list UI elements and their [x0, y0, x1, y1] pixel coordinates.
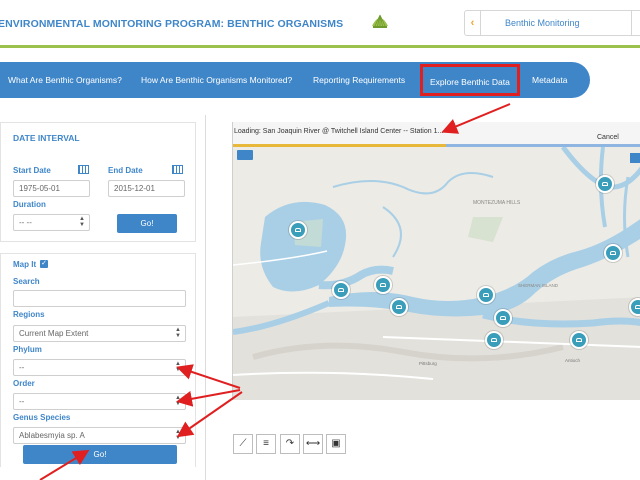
station-marker-icon[interactable] — [390, 298, 408, 316]
genus-species-select[interactable]: Ablabesmyia sp. A ▲ ▼ — [13, 427, 186, 444]
map-canvas[interactable]: MONTEZUMA HILLS SHERMAN ISLAND Pittsburg… — [233, 147, 640, 400]
duration-value: -- -- — [19, 218, 32, 227]
select-arrows-icon: ▲ ▼ — [79, 216, 85, 228]
map-it-label: Map It — [13, 260, 37, 269]
date-go-button[interactable]: Go! — [117, 214, 177, 233]
station-marker-icon[interactable] — [485, 331, 503, 349]
page-header: ENVIRONMENTAL MONITORING PROGRAM: BENTHI… — [0, 0, 640, 48]
order-select[interactable]: -- ▲ ▼ — [13, 393, 186, 410]
station-marker-icon[interactable] — [289, 221, 307, 239]
date-interval-panel: DATE INTERVAL Start Date 1975-05-01 End … — [0, 122, 196, 242]
page-title: ENVIRONMENTAL MONITORING PROGRAM: BENTHI… — [0, 18, 344, 30]
pan-extent-icon[interactable]: ⟷ — [303, 434, 323, 454]
program-selector[interactable]: ‹ Benthic Monitoring — [464, 10, 640, 36]
select-arrows-icon: ▲ ▼ — [175, 327, 181, 339]
tab-what-are-benthic-organisms[interactable]: What Are Benthic Organisms? — [8, 62, 122, 98]
search-input[interactable] — [13, 290, 186, 307]
station-marker-icon[interactable] — [629, 298, 640, 316]
genus-species-value: Ablabesmyia sp. A — [19, 431, 85, 440]
start-date-input[interactable]: 1975-05-01 — [13, 180, 90, 197]
station-marker-icon[interactable] — [494, 309, 512, 327]
select-arrows-icon: ▲ ▼ — [175, 361, 181, 373]
regions-select[interactable]: Current Map Extent ▲ ▼ — [13, 325, 186, 342]
tab-reporting-requirements[interactable]: Reporting Requirements — [313, 62, 405, 98]
legend-lines-icon[interactable]: ≡ — [256, 434, 276, 454]
station-marker-icon[interactable] — [332, 281, 350, 299]
program-selector-value: Benthic Monitoring — [505, 18, 580, 28]
header-rule — [0, 45, 640, 48]
start-date-label: Start Date — [13, 166, 51, 175]
place-label: MONTEZUMA HILLS — [473, 200, 521, 206]
regions-value: Current Map Extent — [19, 329, 89, 338]
chevron-left-icon[interactable]: ‹ — [465, 11, 481, 35]
end-date-input[interactable]: 2015-12-01 — [108, 180, 185, 197]
genus-species-label: Genus Species — [13, 413, 71, 422]
map-status-bar: Loading: San Joaquin River @ Twitchell I… — [233, 122, 640, 144]
draw-line-icon[interactable]: ⟋ — [233, 434, 253, 454]
station-marker-icon[interactable] — [604, 244, 622, 262]
redo-arrow-icon[interactable]: ↷ — [280, 434, 300, 454]
map-container: Loading: San Joaquin River @ Twitchell I… — [232, 122, 640, 400]
filter-go-button[interactable]: Go! — [23, 445, 177, 464]
phylum-label: Phylum — [13, 345, 42, 354]
place-label: SHERMAN ISLAND — [518, 283, 559, 288]
save-disk-icon[interactable]: ▣ — [326, 434, 346, 454]
selector-divider — [631, 11, 632, 35]
search-label: Search — [13, 277, 40, 286]
station-marker-icon[interactable] — [477, 286, 495, 304]
duration-label: Duration — [13, 200, 46, 209]
map-basemap: MONTEZUMA HILLS SHERMAN ISLAND Pittsburg… — [233, 147, 640, 400]
select-arrows-icon: ▲ ▼ — [175, 429, 181, 441]
station-marker-icon[interactable] — [374, 276, 392, 294]
duration-select[interactable]: -- -- ▲ ▼ — [13, 214, 90, 231]
station-marker-icon[interactable] — [596, 175, 614, 193]
tab-how-monitored[interactable]: How Are Benthic Organisms Monitored? — [141, 62, 292, 98]
phylum-value: -- — [19, 363, 25, 372]
tab-metadata[interactable]: Metadata — [532, 62, 567, 98]
filter-panel: Map It ✓ Search Regions Current Map Exte… — [0, 253, 196, 467]
place-label: Pittsburg — [419, 361, 437, 366]
select-arrows-icon: ▲ ▼ — [175, 395, 181, 407]
tab-explore-benthic-data[interactable]: Explore Benthic Data — [420, 64, 520, 96]
map-it-checkbox[interactable]: ✓ — [40, 260, 48, 268]
loading-status-text: Loading: San Joaquin River @ Twitchell I… — [234, 128, 444, 135]
shell-logo-icon — [372, 14, 388, 28]
date-interval-title: DATE INTERVAL — [13, 133, 80, 143]
place-label: Antioch — [565, 358, 581, 363]
main-nav: What Are Benthic Organisms? How Are Bent… — [0, 62, 590, 98]
regions-label: Regions — [13, 310, 45, 319]
column-divider — [205, 115, 206, 480]
phylum-select[interactable]: -- ▲ ▼ — [13, 359, 186, 376]
calendar-icon[interactable] — [172, 165, 183, 174]
end-date-label: End Date — [108, 166, 143, 175]
order-label: Order — [13, 379, 35, 388]
cancel-loading-link[interactable]: Cancel — [597, 134, 619, 141]
calendar-icon[interactable] — [78, 165, 89, 174]
order-value: -- — [19, 397, 25, 406]
station-marker-icon[interactable] — [570, 331, 588, 349]
